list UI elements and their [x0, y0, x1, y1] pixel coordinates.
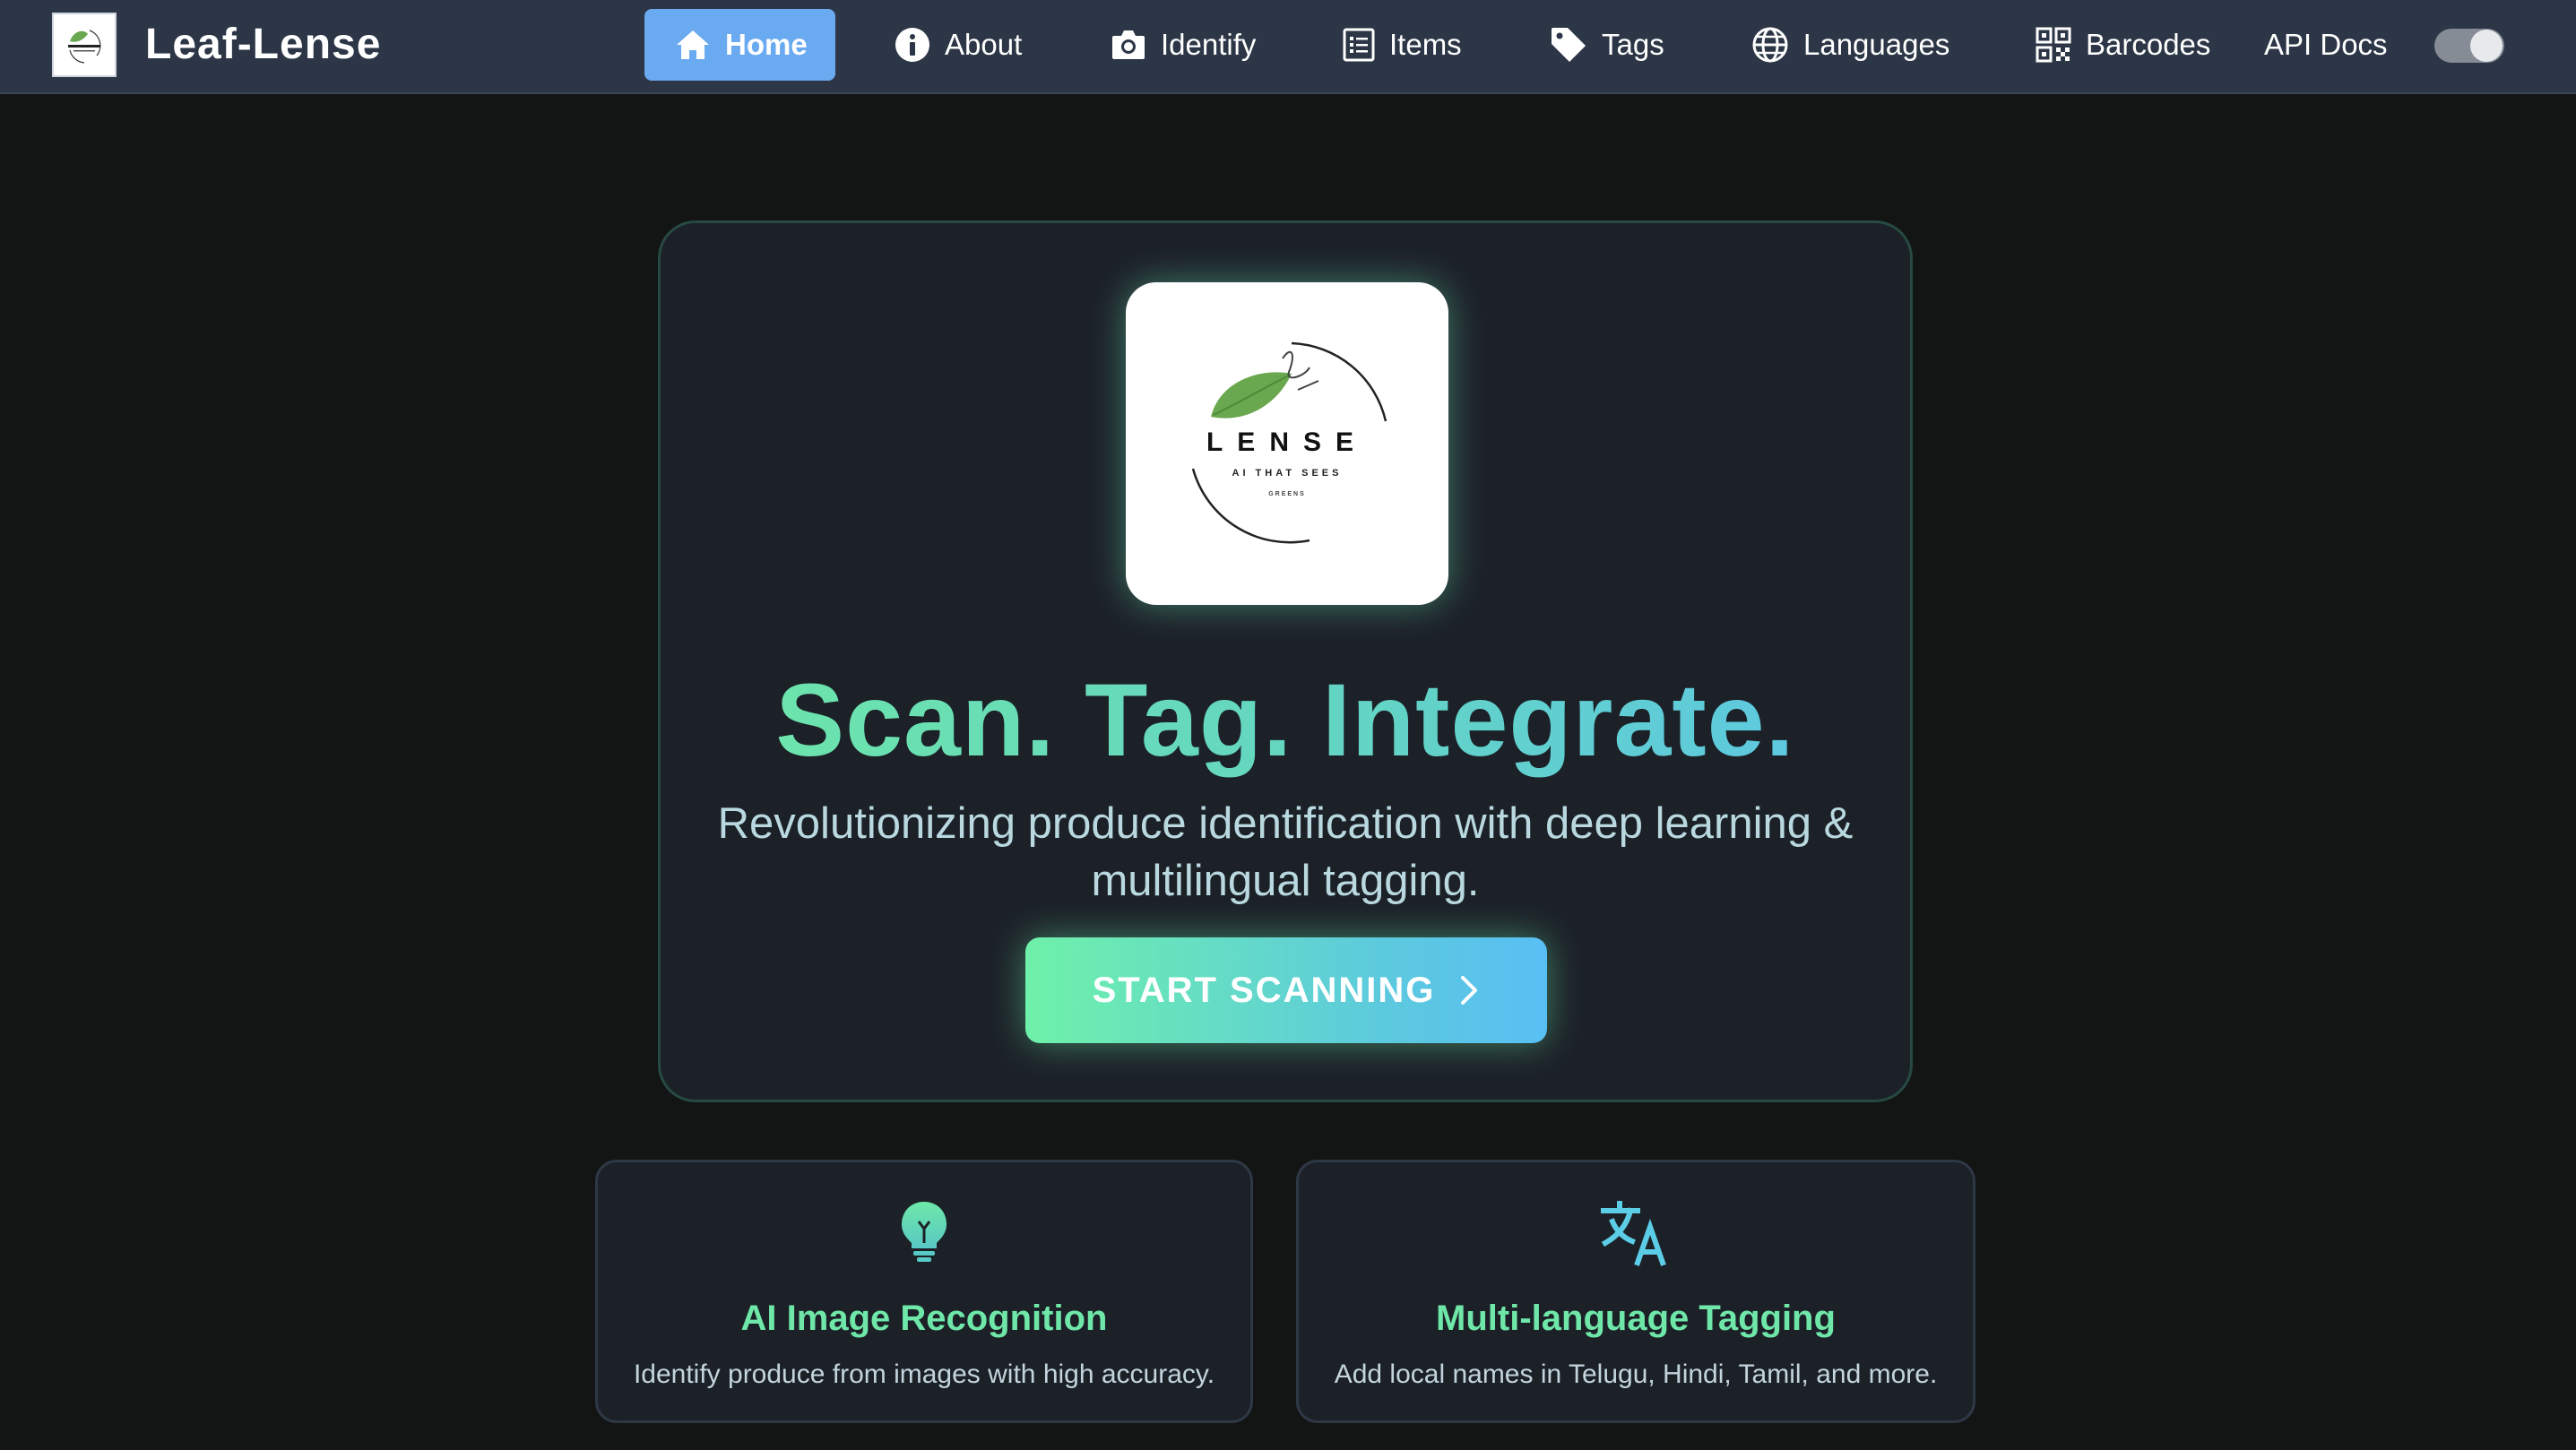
- nav-api-docs-label: API Docs: [2264, 28, 2388, 61]
- chevron-right-icon: [1461, 976, 1478, 1005]
- nav-items-label: Items: [1389, 28, 1462, 61]
- tag-icon: [1552, 28, 1586, 62]
- nav-languages[interactable]: Languages: [1751, 9, 1949, 81]
- feature-card-multi-language: Multi-language Tagging Add local names i…: [1296, 1160, 1975, 1423]
- nav-tags[interactable]: Tags: [1550, 9, 1664, 81]
- hero-card: LENSE AI THAT SEES GREENS Scan. Tag. Int…: [658, 220, 1913, 1102]
- lightbulb-icon: [902, 1202, 947, 1262]
- nav-tags-label: Tags: [1602, 28, 1664, 61]
- brand-name[interactable]: Leaf-Lense: [145, 20, 381, 70]
- list-icon: [1343, 28, 1375, 62]
- theme-toggle[interactable]: [2434, 29, 2504, 63]
- hero-subtitle: Revolutionizing produce identification w…: [717, 799, 1854, 905]
- feature-description: Identify produce from images with high a…: [633, 1359, 1215, 1389]
- logo-subtagline: GREENS: [1268, 491, 1306, 497]
- hero-logo: LENSE AI THAT SEES GREENS: [1126, 282, 1448, 605]
- nav-languages-label: Languages: [1803, 28, 1950, 61]
- nav-barcodes-label: Barcodes: [2086, 28, 2211, 61]
- leaf-lense-logo-icon: LENSE AI THAT SEES GREENS: [1191, 341, 1387, 544]
- nav-home-label: Home: [725, 28, 808, 61]
- nav-api-docs[interactable]: API Docs: [2264, 9, 2388, 81]
- translate-icon: [1601, 1201, 1666, 1266]
- start-scanning-button[interactable]: START SCANNING: [1025, 937, 1547, 1043]
- feature-title: AI Image Recognition: [740, 1299, 1108, 1338]
- logo-word: LENSE: [1206, 427, 1368, 457]
- feature-title: Multi-language Tagging: [1436, 1299, 1836, 1338]
- info-icon: [895, 28, 929, 62]
- hero-headline: Scan. Tag. Integrate.: [661, 662, 1910, 779]
- nav-about[interactable]: About: [895, 9, 1022, 81]
- nav-items[interactable]: Items: [1343, 9, 1462, 81]
- feature-description: Add local names in Telugu, Hindi, Tamil,…: [1334, 1359, 1938, 1389]
- brand-logo[interactable]: [52, 13, 117, 77]
- home-icon: [677, 30, 709, 59]
- start-scanning-label: START SCANNING: [1092, 970, 1436, 1010]
- nav-identify[interactable]: Identify: [1111, 9, 1256, 81]
- nav-barcodes[interactable]: Barcodes: [2036, 9, 2210, 81]
- globe-icon: [1752, 27, 1788, 63]
- feature-card-ai-recognition: AI Image Recognition Identify produce fr…: [595, 1160, 1253, 1423]
- nav-identify-label: Identify: [1161, 28, 1257, 61]
- nav-home[interactable]: Home: [644, 9, 835, 81]
- nav-about-label: About: [945, 28, 1023, 61]
- toggle-knob: [2470, 30, 2503, 62]
- logo-tagline: AI THAT SEES: [1232, 468, 1343, 479]
- leaf-logo-icon: [68, 30, 101, 64]
- top-navbar: Leaf-Lense Home About Identify Items Tag…: [0, 0, 2576, 94]
- qr-code-icon: [2036, 27, 2071, 63]
- camera-icon: [1112, 30, 1145, 59]
